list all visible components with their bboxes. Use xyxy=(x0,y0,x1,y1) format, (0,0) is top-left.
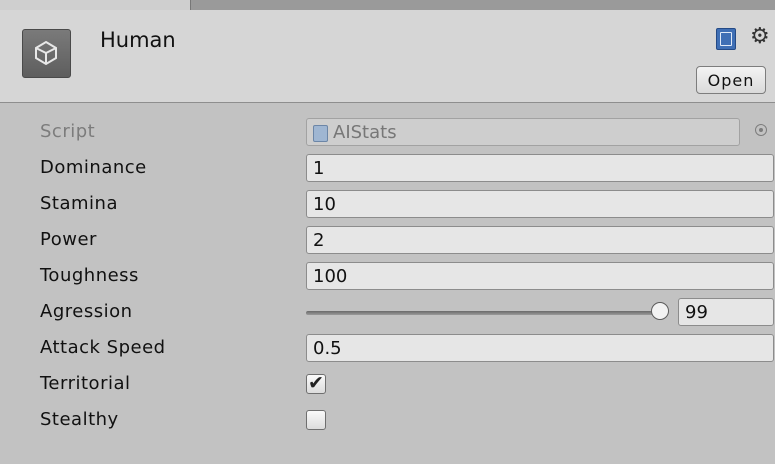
script-file-icon xyxy=(313,125,328,142)
dominance-row: Dominance 1 xyxy=(0,151,775,187)
stealthy-checkbox[interactable] xyxy=(306,410,326,430)
attack-speed-row: Attack Speed 0.5 xyxy=(0,331,775,367)
toughness-field[interactable]: 100 xyxy=(306,262,774,290)
help-book-icon[interactable] xyxy=(716,28,736,50)
gear-icon[interactable]: ⚙ xyxy=(750,24,770,49)
power-label: Power xyxy=(40,229,97,250)
stamina-field[interactable]: 10 xyxy=(306,190,774,218)
stealthy-label: Stealthy xyxy=(40,409,119,430)
power-row: Power 2 xyxy=(0,223,775,259)
script-row: Script AIStats xyxy=(0,115,775,151)
territorial-row: Territorial ✔ xyxy=(0,367,775,403)
unity-logo-icon xyxy=(22,29,71,78)
dominance-field[interactable]: 1 xyxy=(306,154,774,182)
stamina-row: Stamina 10 xyxy=(0,187,775,223)
script-field[interactable]: AIStats xyxy=(306,118,740,146)
dominance-label: Dominance xyxy=(40,157,147,178)
inspector-tab[interactable] xyxy=(0,0,191,10)
agression-slider-track[interactable] xyxy=(306,311,664,315)
agression-row: Agression 99 xyxy=(0,295,775,331)
component-fields: Script AIStats Dominance 1 Stamina 10 Po… xyxy=(0,103,775,464)
script-label: Script xyxy=(40,121,96,142)
object-picker-icon[interactable] xyxy=(755,124,767,136)
toughness-row: Toughness 100 xyxy=(0,259,775,295)
inspector-header: Human ⚙ Open xyxy=(0,10,775,103)
agression-label: Agression xyxy=(40,301,133,322)
page-title: Human xyxy=(100,28,176,52)
attack-speed-label: Attack Speed xyxy=(40,337,166,358)
toughness-label: Toughness xyxy=(40,265,139,286)
territorial-label: Territorial xyxy=(40,373,131,394)
power-field[interactable]: 2 xyxy=(306,226,774,254)
open-button[interactable]: Open xyxy=(696,66,766,94)
agression-slider-thumb[interactable] xyxy=(651,302,670,320)
territorial-checkbox[interactable]: ✔ xyxy=(306,372,326,394)
agression-value-field[interactable]: 99 xyxy=(678,298,774,326)
stamina-label: Stamina xyxy=(40,193,118,214)
script-value: AIStats xyxy=(333,122,397,143)
checkmark-icon: ✔ xyxy=(308,372,324,394)
stealthy-row: Stealthy xyxy=(0,403,775,439)
attack-speed-field[interactable]: 0.5 xyxy=(306,334,774,362)
